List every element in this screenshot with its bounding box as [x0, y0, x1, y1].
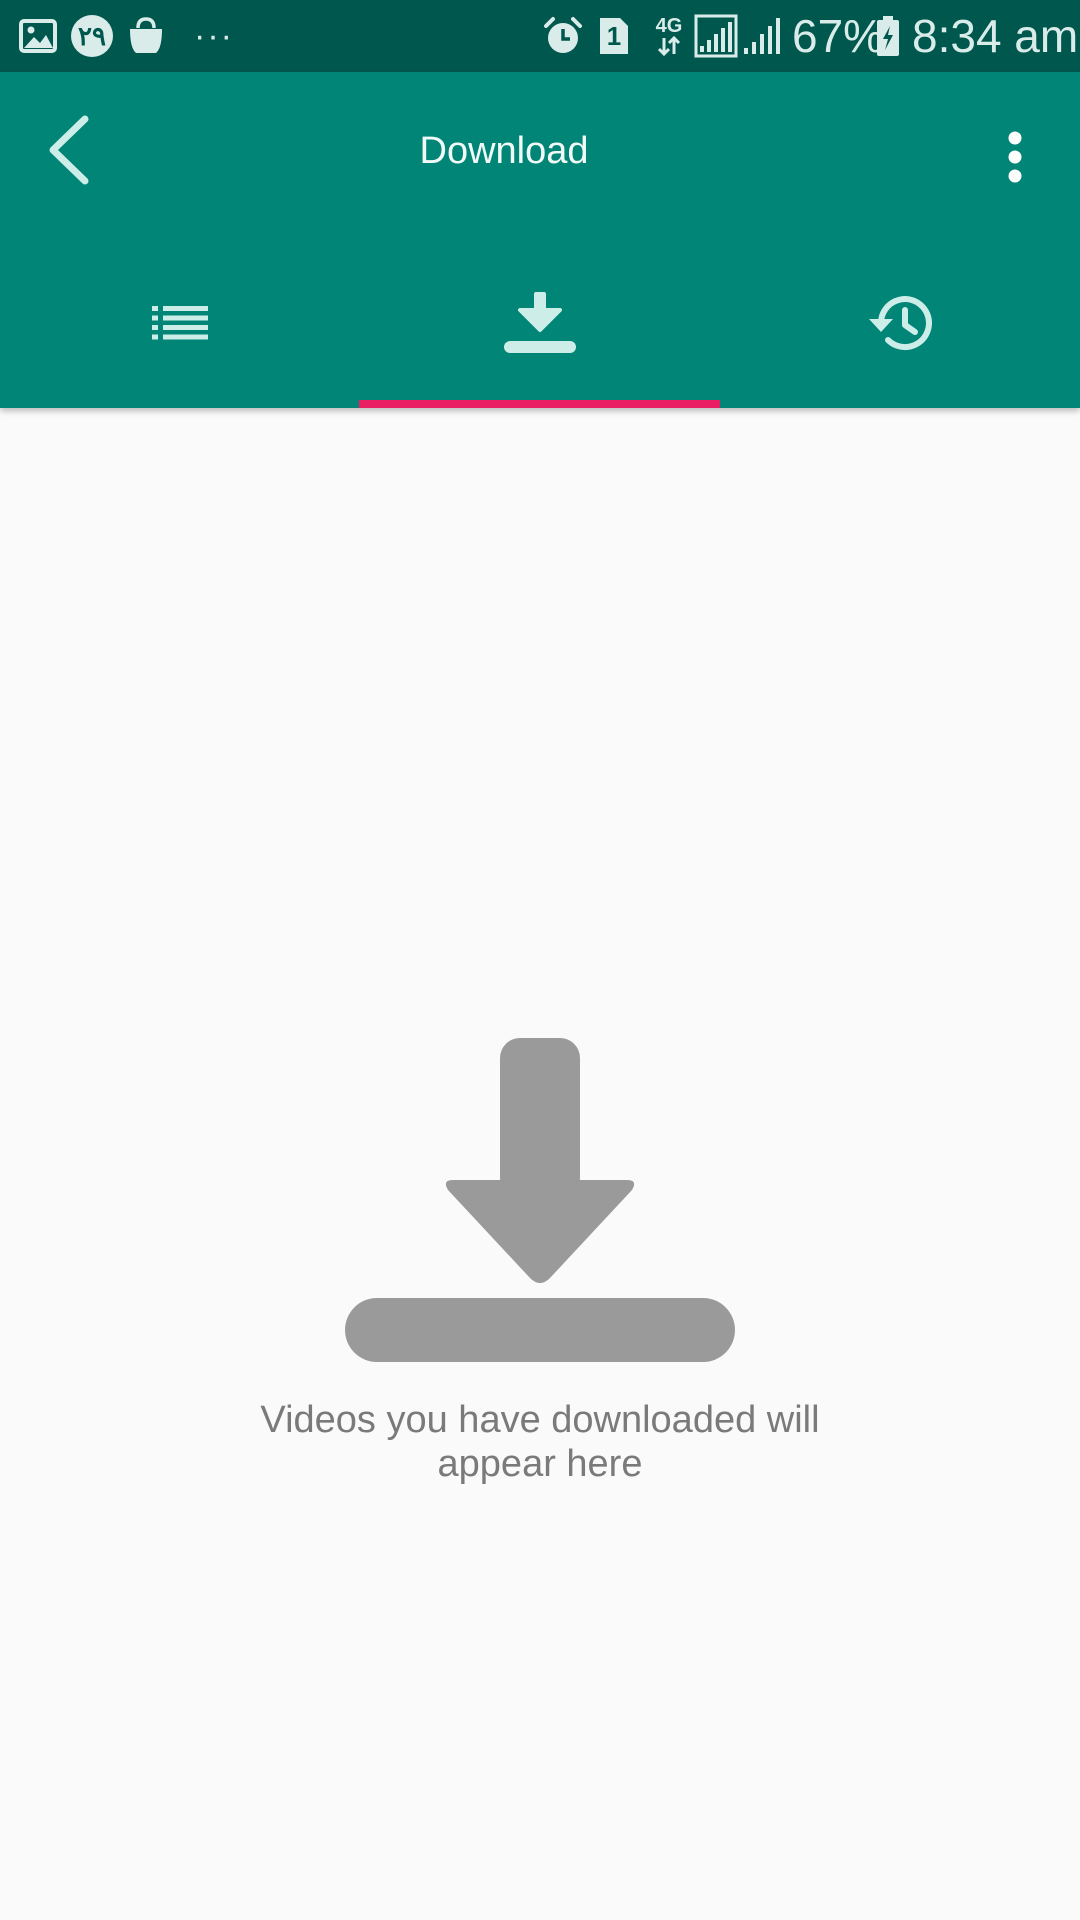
tab-list[interactable]	[0, 250, 360, 400]
status-bar: ٢٩ ··· 1 4G 67% 8:34 am	[0, 0, 1080, 72]
sim-1-label: 1	[606, 21, 622, 51]
more-vert-icon	[1007, 131, 1023, 188]
network-type-label: 4G	[655, 15, 683, 37]
more-notifications-icon: ···	[194, 17, 234, 55]
gallery-icon	[18, 14, 58, 58]
tab-download[interactable]	[360, 250, 720, 400]
empty-state-message: Videos you have downloaded will appear h…	[260, 1399, 820, 1485]
battery-charging-icon	[874, 14, 902, 58]
calendar-badge-icon: ٢٩	[70, 14, 114, 58]
shopping-bag-icon	[126, 14, 166, 58]
clock: 8:34 am	[912, 10, 1079, 62]
4g-data-icon: 4G	[650, 14, 688, 58]
download-icon	[503, 292, 577, 359]
list-icon	[152, 306, 208, 345]
selected-tab-indicator	[359, 400, 720, 408]
tab-history[interactable]	[720, 250, 1080, 400]
sim-1-icon: 1	[598, 14, 630, 58]
signal-icon	[694, 14, 738, 58]
alarm-icon	[542, 14, 584, 58]
page-title: Download	[419, 130, 589, 172]
overflow-menu-button[interactable]	[980, 124, 1050, 194]
history-icon	[867, 292, 933, 359]
battery-percent: 67%	[792, 10, 885, 62]
calendar-badge-text: ٢٩	[78, 21, 106, 51]
download-icon	[340, 1030, 740, 1369]
signal-2-icon	[742, 14, 782, 58]
